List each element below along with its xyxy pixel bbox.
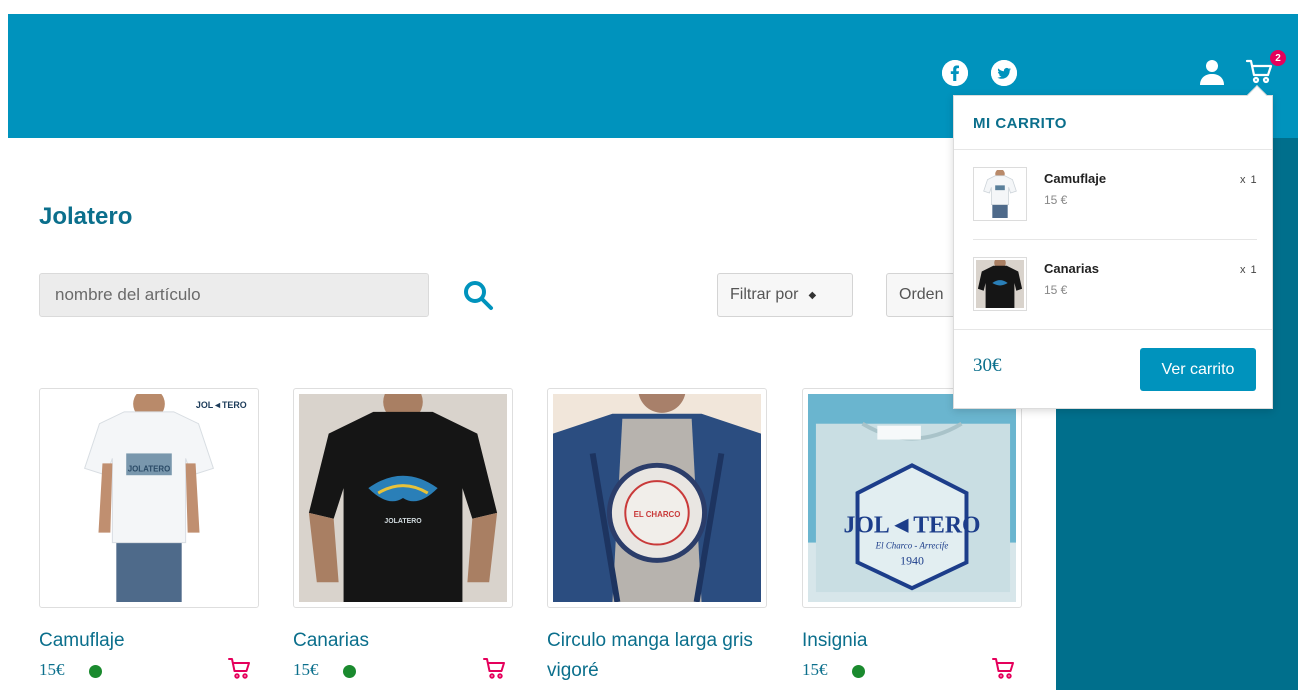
in-stock-icon	[852, 665, 865, 678]
product-image-insignia[interactable]: JOL◄TERO El Charco - Arrecife 1940	[802, 388, 1022, 608]
cart-count-badge: 2	[1270, 50, 1286, 66]
cart-item-thumbnail[interactable]	[973, 257, 1027, 311]
product-name[interactable]: Insignia	[802, 626, 868, 656]
user-icon[interactable]	[1199, 58, 1225, 86]
view-cart-button[interactable]: Ver carrito	[1140, 348, 1256, 391]
search-icon[interactable]	[461, 278, 497, 314]
add-to-cart-icon[interactable]	[228, 657, 252, 679]
product-image-canarias[interactable]: JOLATERO	[293, 388, 513, 608]
filter-select[interactable]: Filtrar por ◆	[717, 273, 853, 317]
cart-item-name[interactable]: Camuflaje	[1044, 171, 1106, 186]
page-title: Jolatero	[39, 203, 133, 230]
search-input[interactable]	[39, 273, 429, 317]
cart-item-name[interactable]: Canarias	[1044, 261, 1099, 276]
twitter-icon[interactable]	[991, 60, 1017, 86]
mini-cart-title: MI CARRITO	[973, 115, 1067, 132]
sort-caret-icon: ◆	[808, 289, 817, 301]
svg-text:El Charco - Arrecife: El Charco - Arrecife	[875, 541, 949, 551]
add-to-cart-icon[interactable]	[992, 657, 1016, 679]
sort-select[interactable]: Orden	[886, 273, 956, 317]
cart-item-thumbnail[interactable]	[973, 167, 1027, 221]
cart-item-price: 15 €	[1044, 193, 1068, 207]
mini-cart-dropdown: MI CARRITO Camuflaje 15 € x 1 Canarias 1…	[953, 85, 1273, 409]
product-price: 15€	[39, 660, 65, 679]
svg-text:JOL◄TERO: JOL◄TERO	[196, 400, 247, 410]
cart-total: 30€	[973, 355, 1002, 376]
sort-select-label: Orden	[899, 286, 944, 303]
cart-item-qty: x 1	[1240, 264, 1258, 276]
product-price: 15€	[293, 660, 319, 679]
product-price: 15€	[802, 660, 828, 679]
product-photo: JOLATERO JOL◄TERO	[45, 394, 253, 602]
filter-select-label: Filtrar por	[730, 286, 799, 303]
product-name[interactable]: Canarias	[293, 626, 369, 656]
in-stock-icon	[89, 665, 102, 678]
svg-text:JOL◄TERO: JOL◄TERO	[843, 513, 980, 539]
svg-text:JOLATERO: JOLATERO	[384, 518, 422, 525]
product-name[interactable]: Camuflaje	[39, 626, 125, 656]
in-stock-icon	[343, 665, 356, 678]
add-to-cart-icon[interactable]	[483, 657, 507, 679]
divider	[954, 149, 1272, 150]
svg-text:EL CHARCO: EL CHARCO	[634, 510, 681, 519]
product-photo: JOLATERO	[299, 394, 507, 602]
cart-item-qty: x 1	[1240, 174, 1258, 186]
product-image-camuflaje[interactable]: JOLATERO JOL◄TERO	[39, 388, 259, 608]
svg-text:1940: 1940	[900, 553, 924, 567]
divider	[954, 329, 1272, 330]
facebook-icon[interactable]	[942, 60, 968, 86]
product-name[interactable]: Circulo manga larga gris vigoré	[547, 626, 762, 686]
svg-text:JOLATERO: JOLATERO	[128, 464, 170, 473]
divider	[973, 239, 1257, 240]
product-image-circulo[interactable]: EL CHARCO	[547, 388, 767, 608]
product-photo: EL CHARCO	[553, 394, 761, 602]
product-photo: JOL◄TERO El Charco - Arrecife 1940	[808, 394, 1016, 602]
cart-item-price: 15 €	[1044, 283, 1068, 297]
